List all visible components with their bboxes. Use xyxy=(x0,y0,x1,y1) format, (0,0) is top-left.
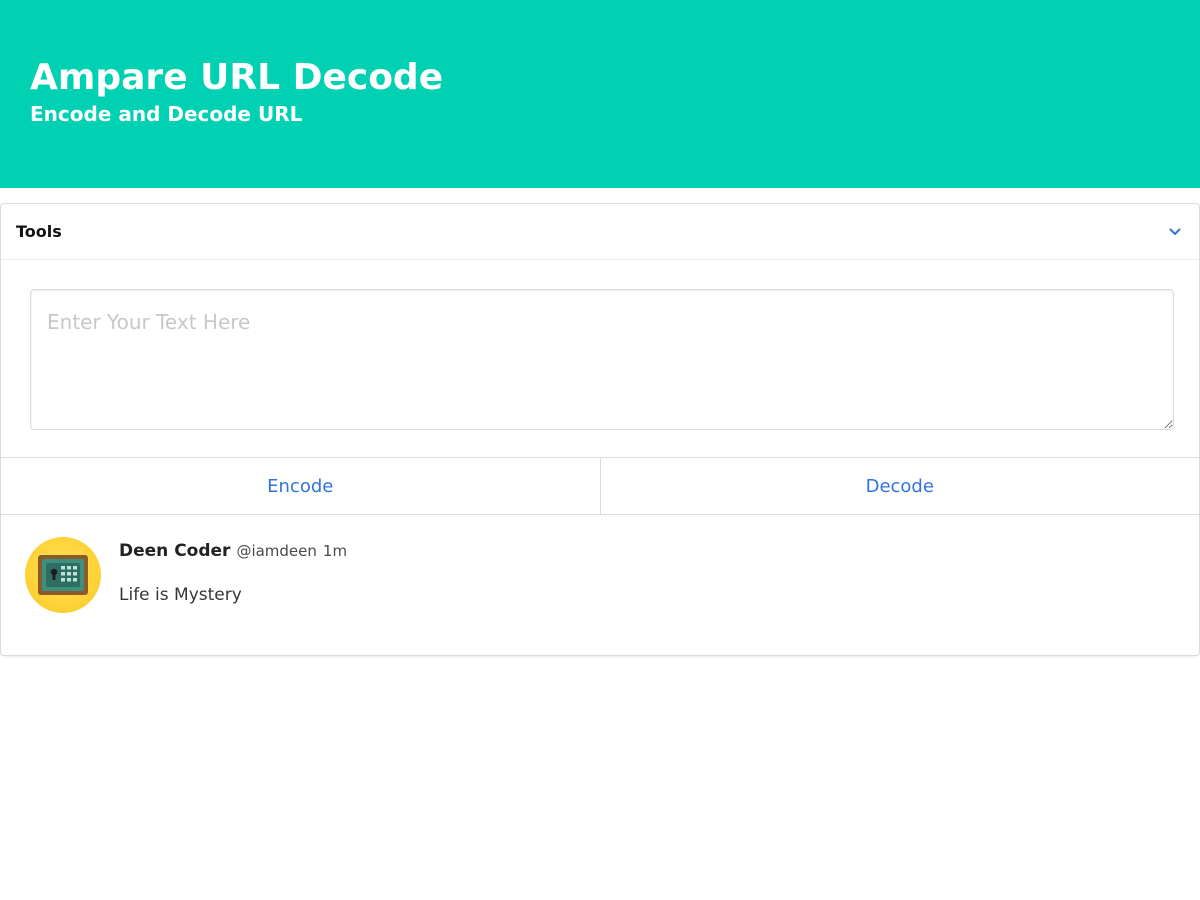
post-header: Deen Coder @iamdeen 1m xyxy=(119,541,347,561)
post-time: 1m xyxy=(322,542,348,560)
action-bar: Encode Decode xyxy=(1,457,1199,515)
avatar xyxy=(25,537,101,613)
encode-button[interactable]: Encode xyxy=(1,458,600,514)
hero-banner: Ampare URL Decode Encode and Decode URL xyxy=(0,0,1200,188)
text-input[interactable] xyxy=(30,289,1174,430)
text-input-container xyxy=(30,289,1174,430)
tools-card-header[interactable]: Tools xyxy=(1,204,1199,260)
chevron-down-icon[interactable] xyxy=(1165,222,1185,242)
decode-button[interactable]: Decode xyxy=(599,458,1200,514)
page-title: Ampare URL Decode xyxy=(30,57,444,98)
tools-card: Tools Encode Decode xyxy=(0,203,1200,656)
post-text: Life is Mystery xyxy=(119,585,242,605)
safe-icon xyxy=(38,555,88,595)
page-subtitle: Encode and Decode URL xyxy=(30,102,303,126)
author-name: Deen Coder xyxy=(119,541,231,561)
tools-card-title: Tools xyxy=(16,222,62,241)
post-item: Deen Coder @iamdeen 1m Life is Mystery xyxy=(25,537,1175,637)
author-handle: @iamdeen xyxy=(236,542,317,560)
post-content: Deen Coder @iamdeen 1m Life is Mystery xyxy=(119,537,347,637)
